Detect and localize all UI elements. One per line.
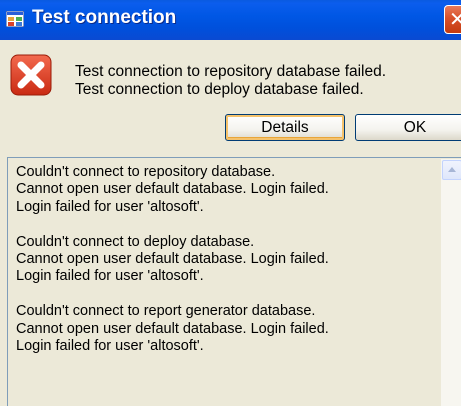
vertical-scrollbar[interactable] <box>441 159 461 406</box>
ok-button[interactable]: OK <box>355 114 461 141</box>
error-messages: Test connection to repository database f… <box>75 63 386 99</box>
close-icon: ✕ <box>449 7 461 31</box>
title-bar[interactable]: Test connection ✕ <box>0 0 461 40</box>
scroll-up-button[interactable] <box>442 160 461 180</box>
test-connection-dialog: Test connection ✕ Test connection to rep… <box>0 0 461 406</box>
details-text: Couldn't connect to repository database.… <box>16 164 329 355</box>
window-title: Test connection <box>32 7 177 28</box>
details-button[interactable]: Details <box>225 114 345 141</box>
app-window-icon <box>5 10 25 28</box>
message-line: Test connection to deploy database faile… <box>75 81 364 98</box>
details-textbox[interactable]: Couldn't connect to repository database.… <box>7 157 461 406</box>
message-line: Test connection to repository database f… <box>75 63 387 80</box>
error-icon <box>10 54 52 96</box>
scroll-up-arrow-icon <box>448 167 456 172</box>
close-button[interactable]: ✕ <box>444 5 461 34</box>
